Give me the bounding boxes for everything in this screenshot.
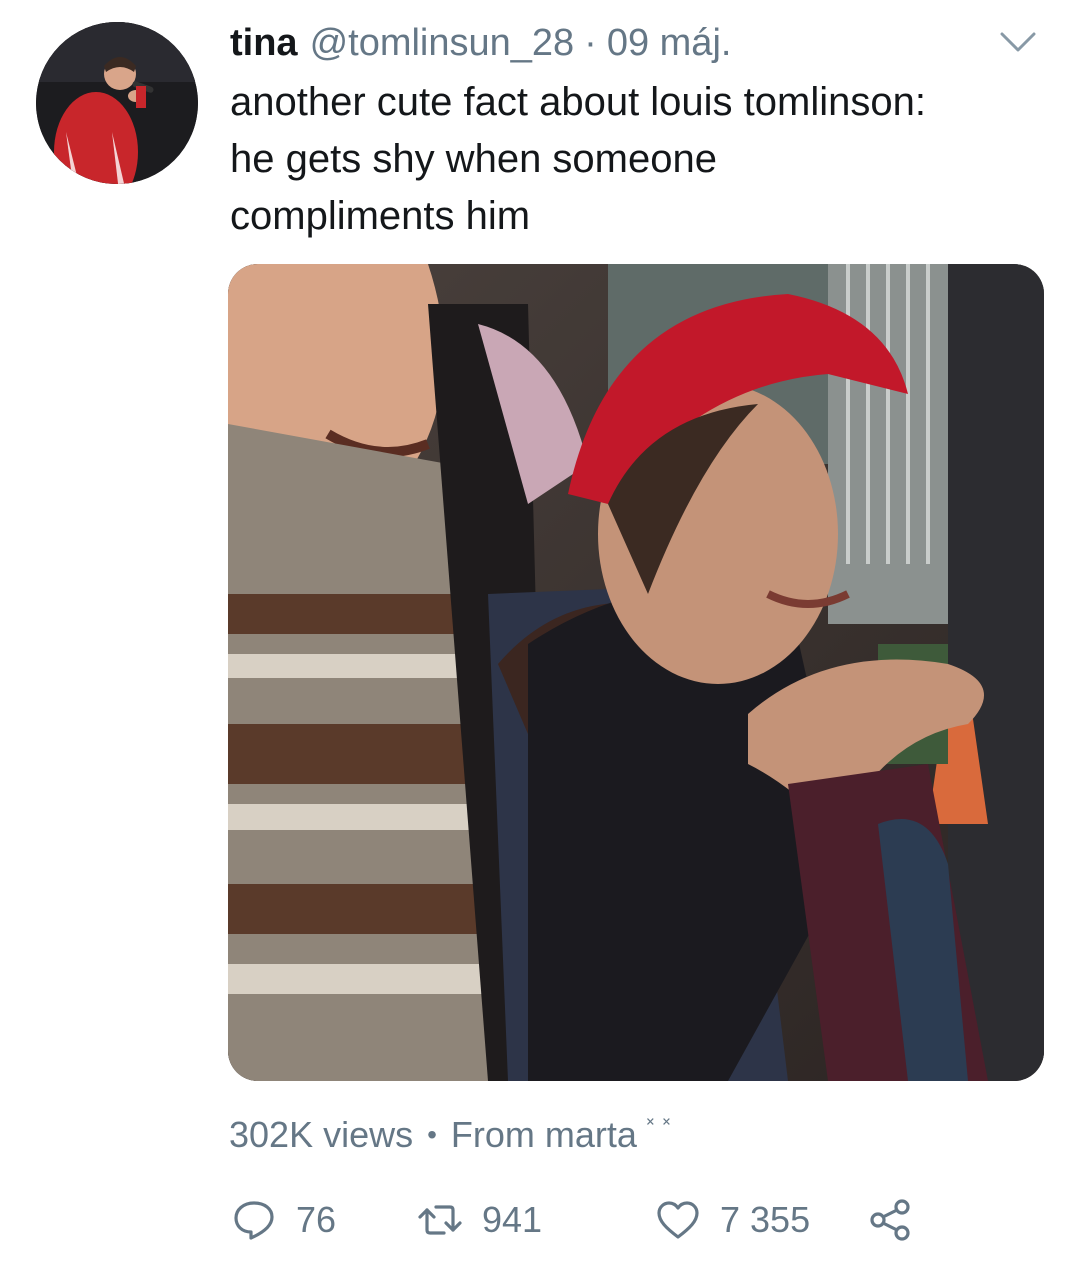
share-icon <box>870 1199 910 1241</box>
retweet-icon <box>418 1205 462 1235</box>
author-handle[interactable]: @tomlinsun_28 <box>310 18 575 68</box>
avatar-image <box>36 22 198 184</box>
tweet-text-line: compliments him <box>230 194 531 238</box>
author-name[interactable]: tina <box>230 18 298 68</box>
tweet-text-line: another cute fact about louis tomlinson: <box>230 80 926 124</box>
header-separator: · <box>584 22 597 64</box>
share-button[interactable] <box>868 1192 912 1248</box>
meta-dot: • <box>427 1119 437 1150</box>
reply-count: 76 <box>296 1199 337 1240</box>
heart-icon <box>657 1201 699 1239</box>
video-thumbnail-image <box>228 264 1044 1081</box>
reply-icon <box>234 1201 274 1240</box>
source-emoticon: ˟ ˟ <box>646 1116 672 1138</box>
like-button[interactable]: 7 355 <box>656 1192 810 1248</box>
tweet-actions: 76 941 7 355 <box>232 1192 932 1248</box>
reply-button[interactable]: 76 <box>232 1192 336 1248</box>
author-avatar[interactable] <box>36 22 198 184</box>
retweet-button[interactable]: 941 <box>418 1192 542 1248</box>
tweet-text: another cute fact about louis tomlinson:… <box>230 74 1050 245</box>
tweet-header: tina @tomlinsun_28 · 09 máj. <box>230 18 731 68</box>
tweet-date[interactable]: 09 máj. <box>607 18 732 68</box>
view-count: 302K views <box>229 1114 414 1155</box>
chevron-down-icon[interactable] <box>998 28 1038 56</box>
tweet-text-line: he gets shy when someone <box>230 137 717 181</box>
video-media[interactable] <box>228 264 1044 1081</box>
retweet-count: 941 <box>482 1199 543 1240</box>
media-source[interactable]: From marta <box>451 1114 637 1156</box>
like-count: 7 355 <box>720 1199 811 1240</box>
media-meta: 302K views • From marta ˟ ˟ <box>229 1110 672 1160</box>
